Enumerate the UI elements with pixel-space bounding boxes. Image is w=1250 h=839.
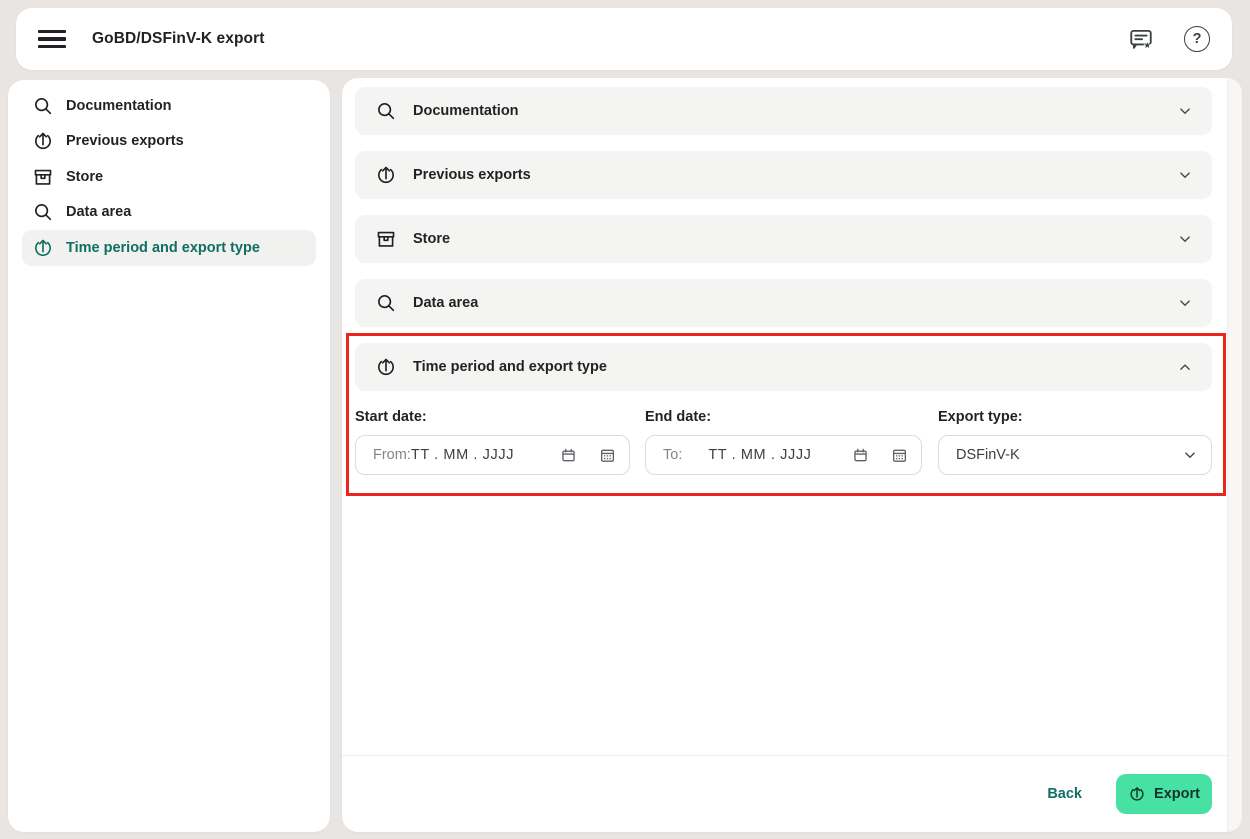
accordion-list: Documentation Previous exports Store Dat… (355, 87, 1212, 391)
store-icon (32, 166, 54, 188)
accordion-time-period-and-export-type[interactable]: Time period and export type (355, 343, 1212, 391)
start-date-input[interactable]: From: TT . MM . JJJJ (355, 435, 630, 475)
store-icon (375, 228, 397, 250)
upload-icon (32, 130, 54, 152)
sidebar-item-documentation[interactable]: Documentation (22, 88, 316, 124)
scrollbar-track[interactable] (1227, 78, 1242, 832)
accordion-documentation[interactable]: Documentation (355, 87, 1212, 135)
chevron-down-icon (1181, 446, 1199, 464)
start-date-group: Start date: From: TT . MM . JJJJ (355, 409, 630, 475)
accordion-label: Previous exports (413, 167, 531, 183)
accordion-label: Data area (413, 295, 478, 311)
accordion-data-area[interactable]: Data area (355, 279, 1212, 327)
export-type-group: Export type: DSFinV-K (938, 409, 1212, 475)
start-date-placeholder: TT . MM . JJJJ (411, 447, 514, 463)
back-button[interactable]: Back (1047, 786, 1082, 802)
export-type-select[interactable]: DSFinV-K (938, 435, 1212, 475)
upload-icon (375, 356, 397, 378)
menu-icon[interactable] (38, 30, 66, 48)
search-icon (32, 201, 54, 223)
start-date-prefix: From: (373, 447, 411, 463)
chevron-down-icon[interactable] (1176, 102, 1194, 120)
chevron-up-icon[interactable] (1176, 358, 1194, 376)
search-icon (32, 95, 54, 117)
export-type-label: Export type: (938, 409, 1212, 425)
start-date-label: Start date: (355, 409, 630, 425)
calendar-grid-icon[interactable] (890, 446, 909, 465)
calendar-grid-icon[interactable] (598, 446, 617, 465)
help-icon[interactable]: ? (1184, 26, 1210, 52)
sidebar-item-label: Data area (66, 204, 131, 220)
chevron-down-icon[interactable] (1176, 166, 1194, 184)
sidebar-item-data-area[interactable]: Data area (22, 195, 316, 231)
feedback-icon[interactable] (1128, 26, 1154, 52)
topbar-actions: ? (1128, 26, 1210, 52)
sidebar-item-label: Store (66, 169, 103, 185)
sidebar: Documentation Previous exports Store Dat… (8, 80, 330, 832)
search-icon (375, 292, 397, 314)
export-type-value: DSFinV-K (956, 447, 1020, 463)
end-date-input[interactable]: To: TT . MM . JJJJ (645, 435, 922, 475)
main-content: Documentation Previous exports Store Dat… (342, 78, 1242, 832)
accordion-label: Store (413, 231, 450, 247)
sidebar-item-store[interactable]: Store (22, 159, 316, 195)
time-period-form: Start date: From: TT . MM . JJJJ End dat… (355, 409, 1212, 475)
top-bar: GoBD/DSFinV-K export ? (16, 8, 1232, 70)
sidebar-item-label: Previous exports (66, 133, 184, 149)
end-date-placeholder: TT . MM . JJJJ (708, 447, 811, 463)
accordion-store[interactable]: Store (355, 215, 1212, 263)
export-button[interactable]: Export (1116, 774, 1212, 814)
page-title: GoBD/DSFinV-K export (92, 30, 265, 48)
sidebar-item-label: Time period and export type (66, 240, 260, 256)
calendar-icon[interactable] (851, 446, 870, 465)
chevron-down-icon[interactable] (1176, 230, 1194, 248)
end-date-prefix: To: (663, 447, 682, 463)
end-date-label: End date: (645, 409, 922, 425)
accordion-previous-exports[interactable]: Previous exports (355, 151, 1212, 199)
upload-icon (375, 164, 397, 186)
upload-icon (1128, 785, 1146, 803)
footer-bar: Back Export (342, 755, 1228, 832)
accordion-label: Time period and export type (413, 359, 607, 375)
end-date-group: End date: To: TT . MM . JJJJ (645, 409, 922, 475)
calendar-icon[interactable] (559, 446, 578, 465)
sidebar-item-previous-exports[interactable]: Previous exports (22, 124, 316, 160)
chevron-down-icon[interactable] (1176, 294, 1194, 312)
export-button-label: Export (1154, 786, 1200, 802)
sidebar-item-label: Documentation (66, 98, 172, 114)
accordion-label: Documentation (413, 103, 519, 119)
search-icon (375, 100, 397, 122)
upload-icon (32, 237, 54, 259)
sidebar-item-time-period-and-export-type[interactable]: Time period and export type (22, 230, 316, 266)
